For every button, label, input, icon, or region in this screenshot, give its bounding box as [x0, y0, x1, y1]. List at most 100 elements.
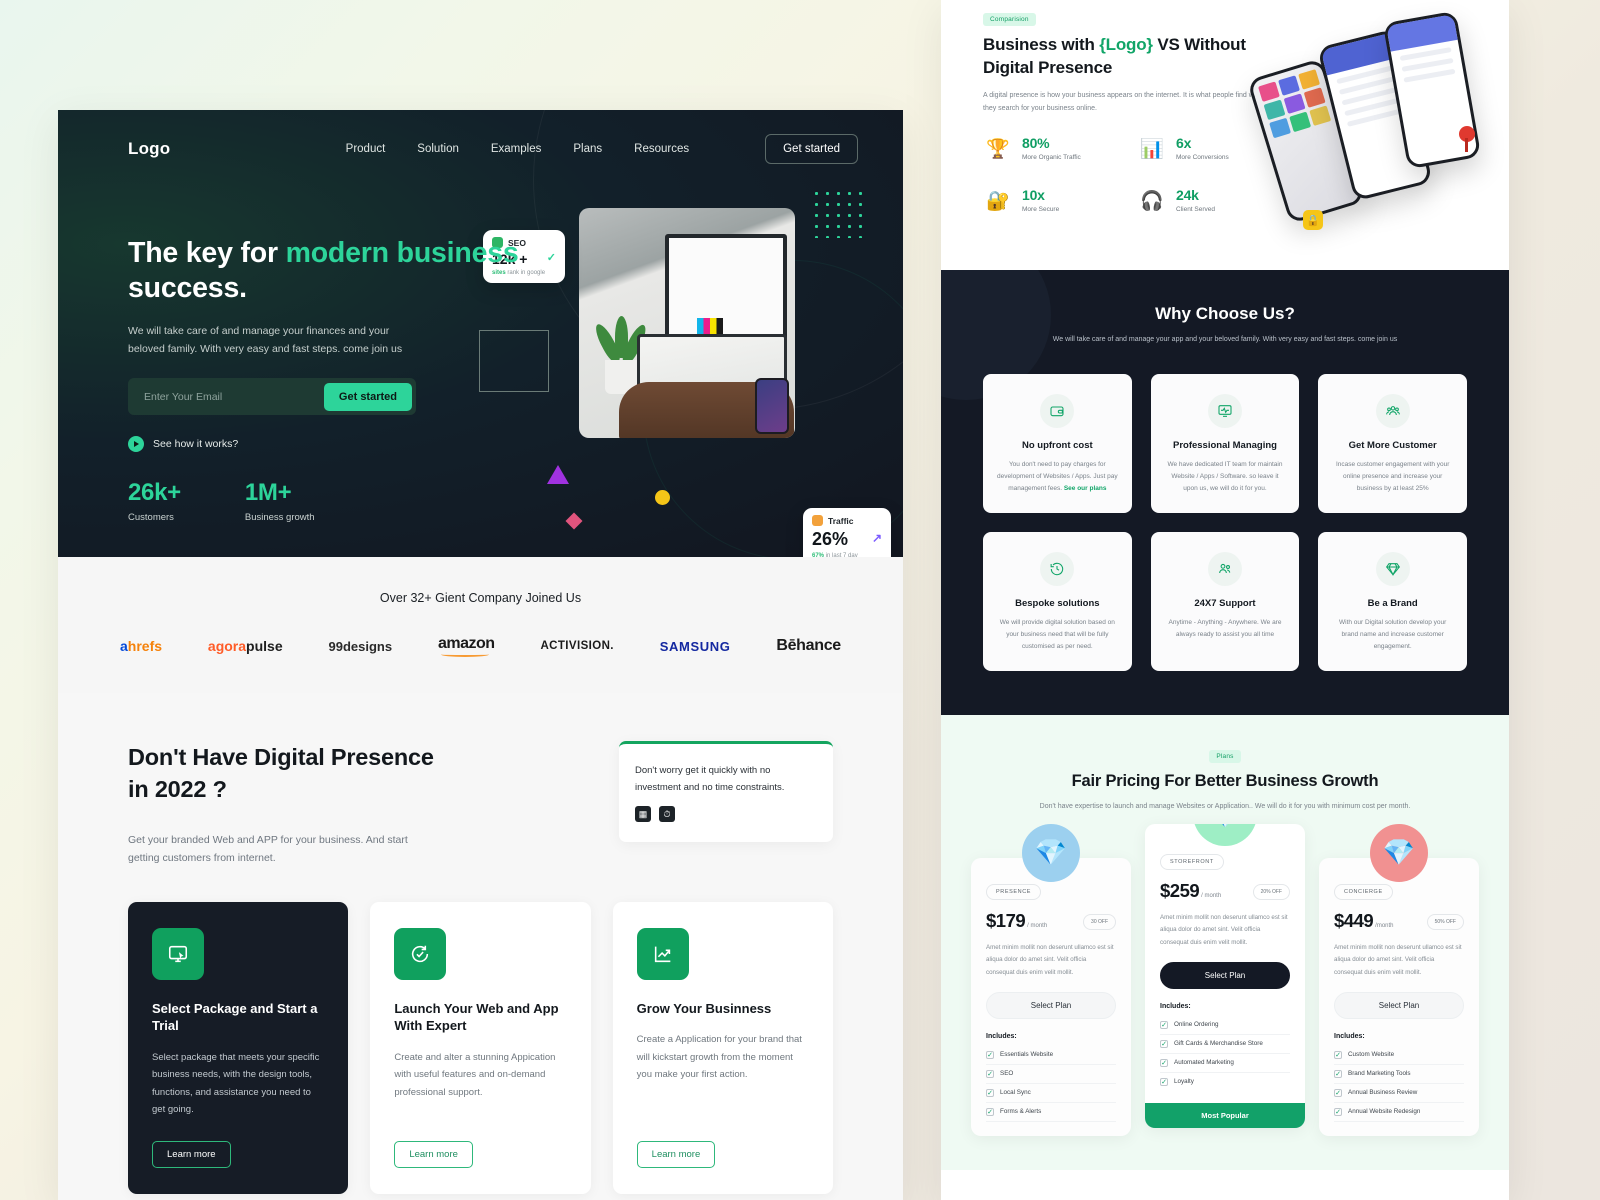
- arrow-up-icon: ↗: [871, 531, 882, 545]
- triangle-decoration: [547, 465, 569, 484]
- email-input[interactable]: [132, 390, 324, 403]
- logo-99designs[interactable]: 99designs: [329, 639, 393, 654]
- why-card-title: No upfront cost: [1021, 440, 1093, 452]
- nav-item-examples[interactable]: Examples: [491, 143, 542, 155]
- why-card-no-upfront-cost: No upfront cost You don't need to pay ch…: [983, 374, 1132, 514]
- why-card-body: With our Digital solution develop your b…: [1339, 619, 1447, 651]
- nav-links: Product Solution Examples Plans Resource…: [346, 134, 858, 164]
- plan-price-row: $259 / month 20% OFF: [1160, 880, 1290, 902]
- learn-more-button-1[interactable]: Learn more: [152, 1140, 231, 1168]
- see-our-plans-link[interactable]: See our plans: [1064, 485, 1107, 492]
- plan-discount-badge: 30 OFF: [1083, 913, 1116, 930]
- nav-get-started-button[interactable]: Get started: [765, 134, 858, 164]
- check-icon: ✓: [1334, 1069, 1342, 1078]
- stat-customers: 26k+ Customers: [128, 479, 181, 523]
- note-icon-row: ▦ ⏱: [635, 806, 817, 823]
- select-plan-button-concierge[interactable]: Select Plan: [1334, 991, 1464, 1019]
- site-logo[interactable]: Logo: [128, 139, 170, 159]
- dots-pattern: [811, 188, 865, 238]
- hero-title-part2: success.: [128, 271, 247, 304]
- monitor-cursor-icon: [152, 927, 204, 980]
- comparison-paragraph: A digital presence is how your business …: [983, 91, 1266, 112]
- plan-price-row: $179 / month 30 OFF: [986, 910, 1116, 932]
- nav-item-resources[interactable]: Resources: [634, 143, 689, 155]
- plan-feature-item: ✓ Gift Cards & Merchandise Store: [1160, 1035, 1290, 1054]
- why-card-title: Be a Brand: [1367, 598, 1418, 610]
- step-card-title: Select Package and Start a Trial: [152, 1000, 318, 1034]
- digital-presence-section: Don't Have Digital Presence in 2022 ? Ge…: [58, 693, 903, 868]
- feature-label: Custom Website: [1348, 1051, 1395, 1059]
- stat-value: 24k: [1176, 186, 1199, 203]
- plan-feature-item: ✓ Local Sync: [986, 1084, 1116, 1103]
- why-choose-cards-grid: No upfront cost You don't need to pay ch…: [983, 374, 1467, 672]
- workspace-photo: [579, 208, 795, 438]
- headset-agent-icon: 🎧: [1140, 190, 1164, 212]
- plan-feature-list: ✓ Online Ordering ✓ Gift Cards & Merchandi…: [1160, 1016, 1290, 1091]
- comparison-stat-organic-traffic: 🏆 80% More Organic Traffic: [983, 134, 1115, 164]
- hero-title-accent: modern business: [285, 237, 519, 269]
- why-card-get-more-customer: Get More Customer Incase customer engage…: [1318, 374, 1467, 514]
- feature-label: Loyalty: [1174, 1078, 1194, 1086]
- plan-includes-label: Includes:: [1334, 1032, 1365, 1040]
- partner-logos-section: Over 32+ Gient Company Joined Us ahrefs …: [58, 557, 903, 693]
- play-icon: [128, 436, 144, 453]
- feature-label: Annual Website Redesign: [1348, 1108, 1421, 1116]
- check-icon: ✓: [986, 1050, 994, 1059]
- see-how-it-works-label: See how it works?: [153, 438, 239, 451]
- plan-feature-list: ✓ Essentials Website ✓ SEO ✓ Local Sync ✓ Fo…: [986, 1046, 1116, 1122]
- comparison-heading-accent: {Logo}: [1099, 35, 1153, 54]
- why-card-title: Bespoke solutions: [1015, 598, 1100, 610]
- feature-label: Online Ordering: [1174, 1021, 1219, 1029]
- pricing-heading: Fair Pricing For Better Business Growth: [1071, 772, 1379, 791]
- traffic-note-accent: 67%: [812, 553, 825, 557]
- plan-discount-badge: 50% OFF: [1426, 913, 1464, 930]
- hero-title-part1: The key for: [128, 237, 286, 269]
- plan-tag: STOREFRONT: [1160, 853, 1224, 870]
- trophy-icon: 🏆: [986, 138, 1010, 160]
- hero-get-started-button[interactable]: Get started: [323, 382, 412, 411]
- logo-ahrefs[interactable]: ahrefs: [120, 638, 162, 654]
- pricing-plans-row: 💎 PRESENCE $179 / month 30 OFF Amet mini…: [971, 823, 1479, 1136]
- nav-item-solution[interactable]: Solution: [417, 143, 459, 155]
- presence-heading-line1: Don't Have Digital Presence: [128, 744, 434, 770]
- logo-agorapulse[interactable]: agorapulse: [208, 638, 283, 654]
- timer-icon: ⏱: [659, 806, 675, 823]
- select-plan-button-storefront[interactable]: Select Plan: [1160, 961, 1290, 989]
- plan-tag: CONCIERGE: [1334, 883, 1393, 900]
- stat-value: 80%: [1022, 134, 1050, 151]
- see-how-it-works-link[interactable]: See how it works?: [128, 436, 528, 453]
- presence-heading: Don't Have Digital Presence in 2022 ?: [128, 741, 598, 806]
- step-card-title: Launch Your Web and App With Expert: [394, 1000, 559, 1034]
- select-plan-button-presence[interactable]: Select Plan: [986, 991, 1116, 1019]
- presence-heading-line2: in 2022 ?: [128, 776, 227, 803]
- plan-feature-item: ✓ Annual Business Review: [1334, 1084, 1464, 1103]
- diamond-icon: [1375, 552, 1410, 587]
- nav-item-product[interactable]: Product: [346, 143, 386, 155]
- traffic-stat-card: Traffic 26% ↗ 67% in last 7 day: [803, 508, 891, 557]
- stat-value: 6x: [1176, 134, 1192, 151]
- plan-feature-item: ✓ Loyalty: [1160, 1073, 1290, 1091]
- check-icon: ✓: [1160, 1058, 1168, 1067]
- stat-growth: 1M+ Business growth: [245, 479, 315, 523]
- why-card-body: Incase customer engagement with your onl…: [1335, 461, 1450, 493]
- nav-item-plans[interactable]: Plans: [573, 143, 602, 155]
- plan-feature-item: ✓ Online Ordering: [1160, 1016, 1290, 1035]
- presence-paragraph: Get your branded Web and APP for your bu…: [128, 833, 408, 865]
- why-choose-heading: Why Choose Us?: [1155, 304, 1295, 323]
- logo-behance[interactable]: Bēhance: [776, 637, 841, 655]
- bar-chart-icon: 📊: [1140, 138, 1164, 160]
- traffic-card-title: Traffic: [828, 515, 854, 526]
- logo-samsung[interactable]: SAMSUNG: [660, 639, 731, 654]
- check-icon: ✓: [1334, 1050, 1342, 1059]
- traffic-card-value: 26%: [812, 529, 849, 549]
- check-icon: ✓: [1160, 1077, 1168, 1086]
- gem-icon-green: 💎: [1193, 823, 1257, 846]
- logo-amazon[interactable]: amazon: [438, 635, 495, 657]
- comparison-section: Comparision Business with {Logo} VS With…: [941, 0, 1509, 270]
- logo-activision[interactable]: ACTIVISION.: [540, 640, 613, 652]
- email-signup-form: Get started: [128, 378, 416, 416]
- why-card-body: Anytime - Anything - Anywhere. We are al…: [1168, 619, 1282, 639]
- learn-more-button-2[interactable]: Learn more: [394, 1140, 473, 1168]
- chart-icon: ▦: [635, 806, 651, 823]
- learn-more-button-3[interactable]: Learn more: [636, 1140, 716, 1168]
